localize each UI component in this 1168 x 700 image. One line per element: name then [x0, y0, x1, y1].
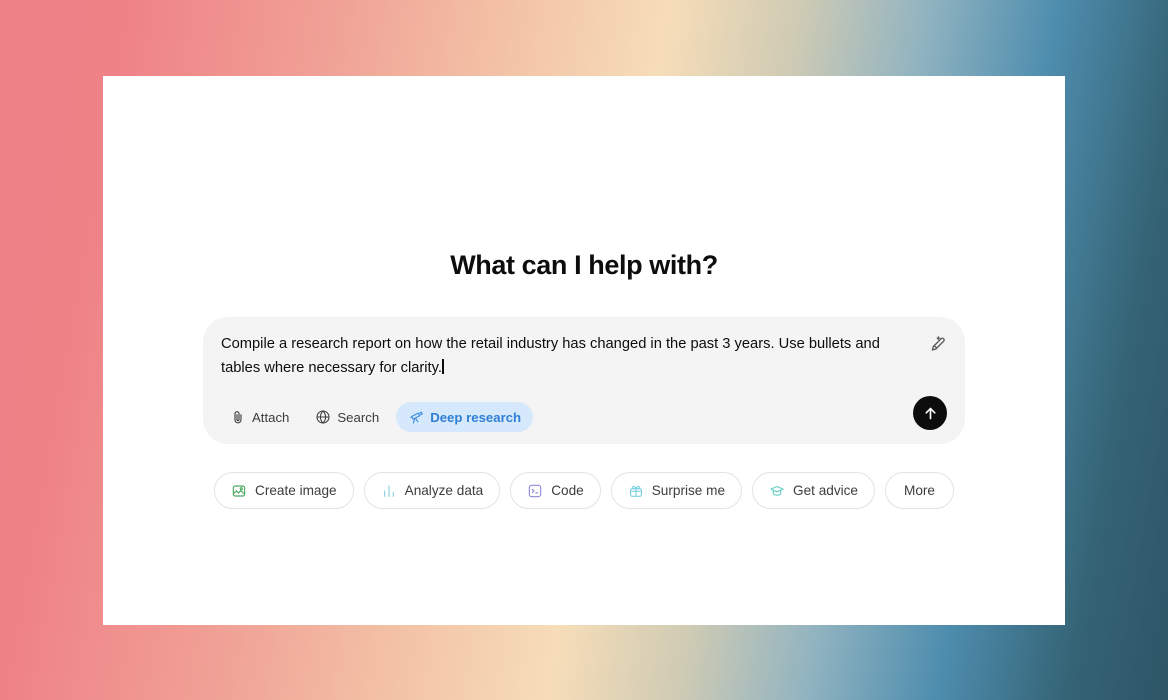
chip-more[interactable]: More — [885, 472, 954, 509]
chip-label: Get advice — [793, 483, 858, 498]
chip-label: Surprise me — [651, 483, 726, 498]
deep-research-label: Deep research — [430, 409, 522, 425]
telescope-icon — [408, 409, 424, 425]
image-icon — [231, 483, 247, 499]
chip-surprise-me[interactable]: Surprise me — [610, 472, 743, 509]
chip-label: Code — [551, 483, 584, 498]
prompt-text: Compile a research report on how the ret… — [221, 336, 884, 376]
bar-chart-icon — [381, 483, 397, 499]
chip-label: More — [904, 483, 935, 498]
chip-analyze-data[interactable]: Analyze data — [363, 472, 501, 509]
composer-text-row: Compile a research report on how the ret… — [221, 333, 947, 380]
page-title: What can I help with? — [450, 250, 718, 280]
terminal-icon — [527, 483, 543, 499]
send-button[interactable] — [913, 396, 947, 430]
prompt-composer[interactable]: Compile a research report on how the ret… — [203, 317, 965, 444]
search-label: Search — [337, 409, 380, 425]
chip-code[interactable]: Code — [510, 472, 601, 509]
pencil-sparkle-icon[interactable] — [925, 334, 947, 356]
attach-label: Attach — [252, 409, 290, 425]
suggestion-chips: Create image Analyze data Code Surprise … — [214, 472, 954, 509]
composer-toolbar: Attach Search Deep research — [221, 402, 947, 432]
chip-label: Create image — [255, 483, 337, 498]
gift-icon — [628, 483, 644, 499]
attach-button[interactable]: Attach — [221, 402, 298, 432]
globe-icon — [315, 409, 331, 425]
paperclip-icon — [230, 409, 246, 425]
app-window-card: What can I help with? Compile a research… — [103, 76, 1065, 625]
chip-label: Analyze data — [404, 483, 484, 498]
deep-research-button[interactable]: Deep research — [396, 402, 534, 432]
prompt-input[interactable]: Compile a research report on how the ret… — [221, 333, 925, 380]
chip-create-image[interactable]: Create image — [214, 472, 354, 509]
search-button[interactable]: Search — [306, 402, 388, 432]
arrow-up-icon — [922, 405, 939, 422]
text-caret — [442, 358, 444, 374]
graduation-cap-icon — [769, 483, 785, 499]
app-content: What can I help with? Compile a research… — [103, 76, 1065, 625]
chip-get-advice[interactable]: Get advice — [752, 472, 875, 509]
